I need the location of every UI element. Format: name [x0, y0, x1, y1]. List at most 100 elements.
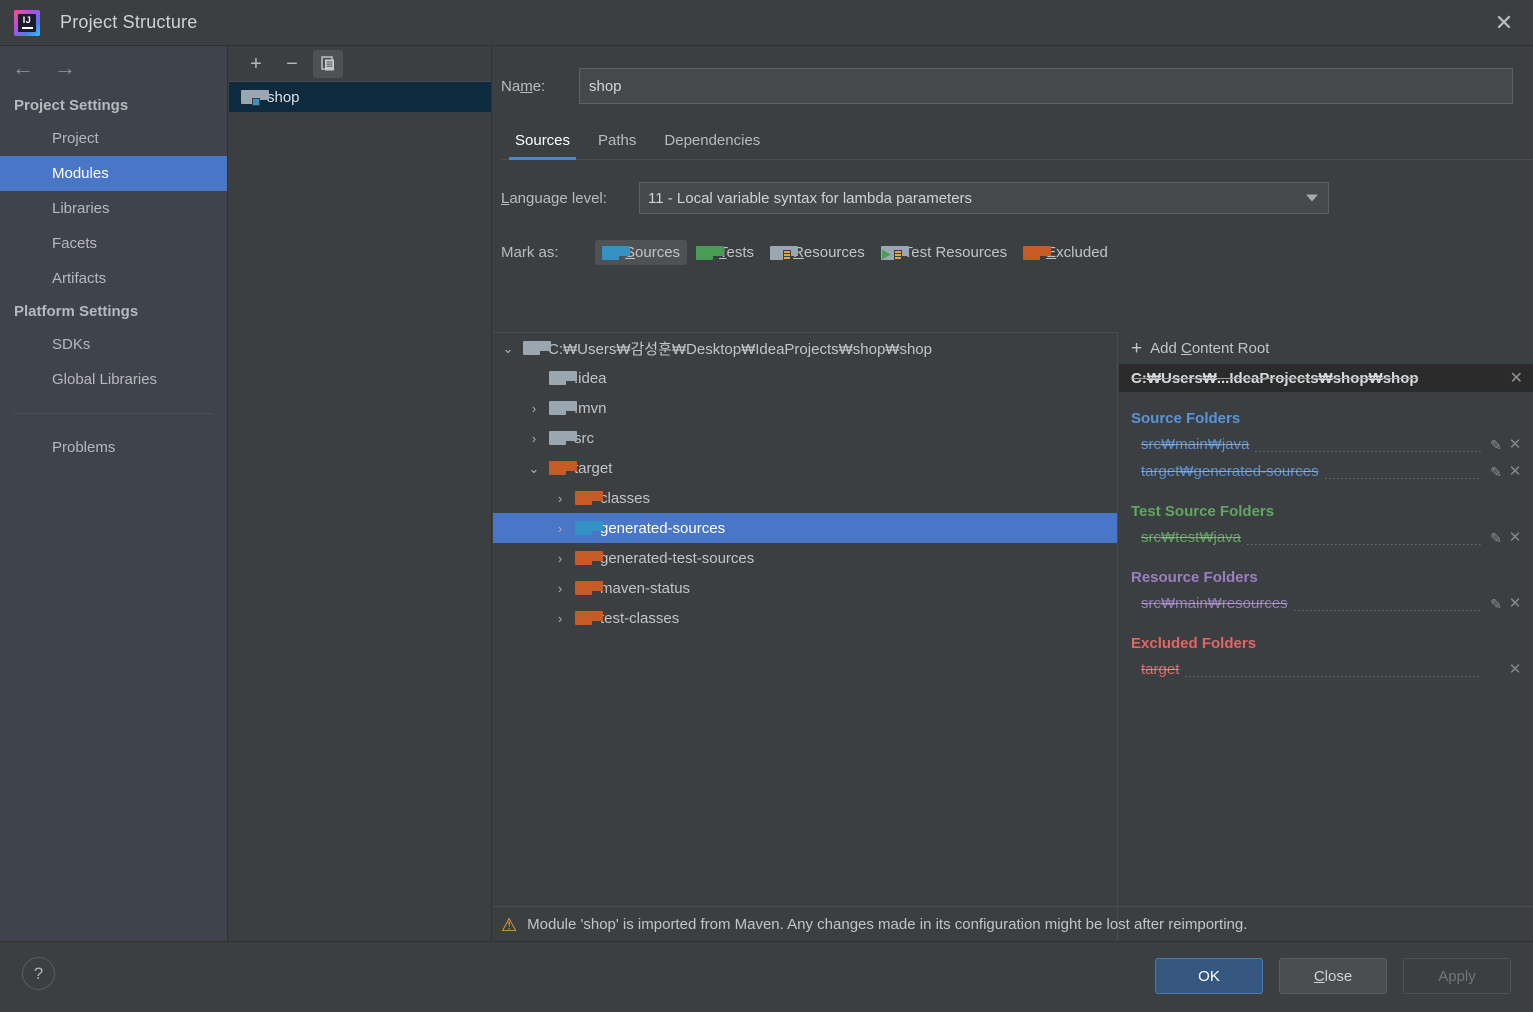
chevron-right-icon[interactable]: ›: [527, 432, 541, 445]
tree-row-label: .idea: [574, 369, 607, 387]
language-level-value: 11 - Local variable syntax for lambda pa…: [648, 189, 973, 207]
folder-excluded-icon: [575, 611, 603, 625]
folder-excluded-icon: [1023, 245, 1052, 260]
chevron-right-icon[interactable]: ›: [553, 522, 567, 535]
content-root-item[interactable]: target₩generated-sources ✎ ✕: [1119, 458, 1533, 485]
mark-as-sources-button[interactable]: Sources: [595, 240, 688, 265]
dotted-separator: [1324, 478, 1481, 479]
tab-paths[interactable]: Paths: [584, 132, 650, 159]
tree-row[interactable]: ⌄ C:₩Users₩감성훈₩Desktop₩IdeaProjects₩shop…: [493, 333, 1117, 363]
add-content-root-label: Add Content Root: [1150, 339, 1270, 357]
folder-gray-icon: [523, 341, 551, 355]
content-root-item[interactable]: target ✎ ✕: [1119, 656, 1533, 683]
remove-icon[interactable]: ✕: [1505, 596, 1525, 611]
tree-row-label: classes: [600, 489, 651, 507]
folder-tests-icon: [696, 245, 725, 260]
chevron-down-icon[interactable]: ⌄: [527, 462, 541, 475]
tree-row[interactable]: › generated-sources: [493, 513, 1117, 543]
help-button[interactable]: ?: [22, 957, 55, 990]
mark-as-resources-button[interactable]: Resources: [763, 240, 872, 265]
chevron-right-icon[interactable]: ›: [553, 582, 567, 595]
dotted-separator: [1185, 676, 1481, 677]
remove-icon[interactable]: ✕: [1505, 464, 1525, 479]
edit-pencil-icon[interactable]: ✎: [1487, 465, 1505, 479]
sidebar-item-global-libraries[interactable]: Global Libraries: [0, 362, 227, 397]
name-input[interactable]: shop: [579, 68, 1513, 104]
sidebar-item-libraries[interactable]: Libraries: [0, 191, 227, 226]
warning-triangle-icon: ⚠: [501, 914, 518, 935]
module-editor-panel: Name: shop Sources Paths Dependencies La…: [493, 46, 1533, 941]
arrow-right-icon[interactable]: →: [54, 57, 76, 79]
add-content-root-button[interactable]: + Add Content Root: [1119, 332, 1533, 364]
ok-button[interactable]: OK: [1155, 958, 1263, 994]
sidebar-nav-arrows: ← →: [0, 46, 227, 90]
edit-pencil-icon[interactable]: ✎: [1487, 597, 1505, 611]
dotted-separator: [1255, 451, 1481, 452]
remove-icon[interactable]: ✕: [1505, 437, 1525, 452]
content-root-item-path: src₩test₩java: [1141, 529, 1242, 546]
tree-row[interactable]: › .idea: [493, 363, 1117, 393]
content-root-item[interactable]: src₩test₩java ✎ ✕: [1119, 524, 1533, 551]
mark-as-tests-button[interactable]: Tests: [689, 240, 761, 265]
sidebar-group-project-settings: Project Settings: [14, 97, 129, 114]
modules-toolbar: + −: [229, 46, 491, 82]
tree-row-label: .mvn: [574, 399, 607, 417]
tree-row[interactable]: › classes: [493, 483, 1117, 513]
tree-row[interactable]: › src: [493, 423, 1117, 453]
tree-row-label: generated-test-sources: [600, 549, 755, 567]
close-icon[interactable]: ✕: [1510, 368, 1523, 388]
maven-warning-bar: ⚠ Module 'shop' is imported from Maven. …: [493, 906, 1533, 942]
tree-row[interactable]: › test-classes: [493, 603, 1117, 633]
sidebar-item-project[interactable]: Project: [0, 121, 227, 156]
remove-icon[interactable]: ✕: [1505, 662, 1525, 677]
folder-resources-icon: [770, 245, 799, 261]
content-root-item[interactable]: src₩main₩java ✎ ✕: [1119, 431, 1533, 458]
tree-row[interactable]: › .mvn: [493, 393, 1117, 423]
tree-row-label: target: [574, 459, 613, 477]
mark-as-test-resources-button[interactable]: Test Resources: [874, 240, 1014, 265]
mark-as-excluded-button[interactable]: Excluded: [1016, 240, 1115, 265]
tree-row[interactable]: ⌄ target: [493, 453, 1117, 483]
sidebar-item-facets[interactable]: Facets: [0, 226, 227, 261]
name-field-label: Name:: [501, 77, 546, 95]
remove-icon[interactable]: ✕: [1505, 530, 1525, 545]
tab-sources[interactable]: Sources: [501, 132, 584, 160]
folder-sources-icon: [602, 245, 630, 260]
modules-list-panel: + − shop: [229, 46, 492, 941]
content-tree: ⌄ C:₩Users₩감성훈₩Desktop₩IdeaProjects₩shop…: [493, 332, 1118, 941]
tab-dependencies[interactable]: Dependencies: [650, 132, 774, 159]
close-button[interactable]: Close: [1279, 958, 1387, 994]
content-root-header: C:₩Users₩...IdeaProjects₩shop₩shop ✕: [1119, 364, 1533, 392]
edit-pencil-icon[interactable]: ✎: [1487, 531, 1505, 545]
content-root-item-path: src₩main₩java: [1141, 436, 1250, 453]
dialog-footer: ? OK Close Apply: [0, 941, 1533, 1012]
folder-sources-icon: [575, 521, 603, 535]
tree-row-label: src: [574, 429, 594, 447]
add-module-button[interactable]: +: [241, 50, 271, 78]
content-root-item-path: target₩generated-sources: [1141, 463, 1319, 480]
tree-row[interactable]: › maven-status: [493, 573, 1117, 603]
mark-as-sources-label: Sources: [625, 244, 681, 261]
chevron-right-icon[interactable]: ›: [553, 552, 567, 565]
chevron-right-icon[interactable]: ›: [553, 492, 567, 505]
edit-pencil-icon[interactable]: ✎: [1487, 438, 1505, 452]
content-root-item[interactable]: src₩main₩resources ✎ ✕: [1119, 590, 1533, 617]
sidebar-item-sdks[interactable]: SDKs: [0, 327, 227, 362]
chevron-right-icon[interactable]: ›: [527, 402, 541, 415]
close-icon[interactable]: ✕: [1475, 0, 1533, 45]
copy-icon[interactable]: [313, 49, 343, 78]
folder-excluded-icon: [575, 581, 603, 595]
arrow-left-icon[interactable]: ←: [12, 57, 34, 79]
list-item[interactable]: shop: [229, 82, 491, 112]
sidebar-item-problems[interactable]: Problems: [0, 430, 227, 465]
remove-module-button[interactable]: −: [277, 50, 307, 78]
chevron-down-icon[interactable]: ⌄: [501, 342, 515, 355]
module-folder-icon: [241, 90, 269, 106]
tree-row[interactable]: › generated-test-sources: [493, 543, 1117, 573]
chevron-placeholder-icon: ›: [527, 372, 541, 385]
sidebar-item-artifacts[interactable]: Artifacts: [0, 261, 227, 296]
language-level-select[interactable]: 11 - Local variable syntax for lambda pa…: [639, 182, 1329, 214]
chevron-right-icon[interactable]: ›: [553, 612, 567, 625]
sidebar-item-modules[interactable]: Modules: [0, 156, 227, 191]
mark-as-excluded-label: Excluded: [1046, 244, 1108, 261]
